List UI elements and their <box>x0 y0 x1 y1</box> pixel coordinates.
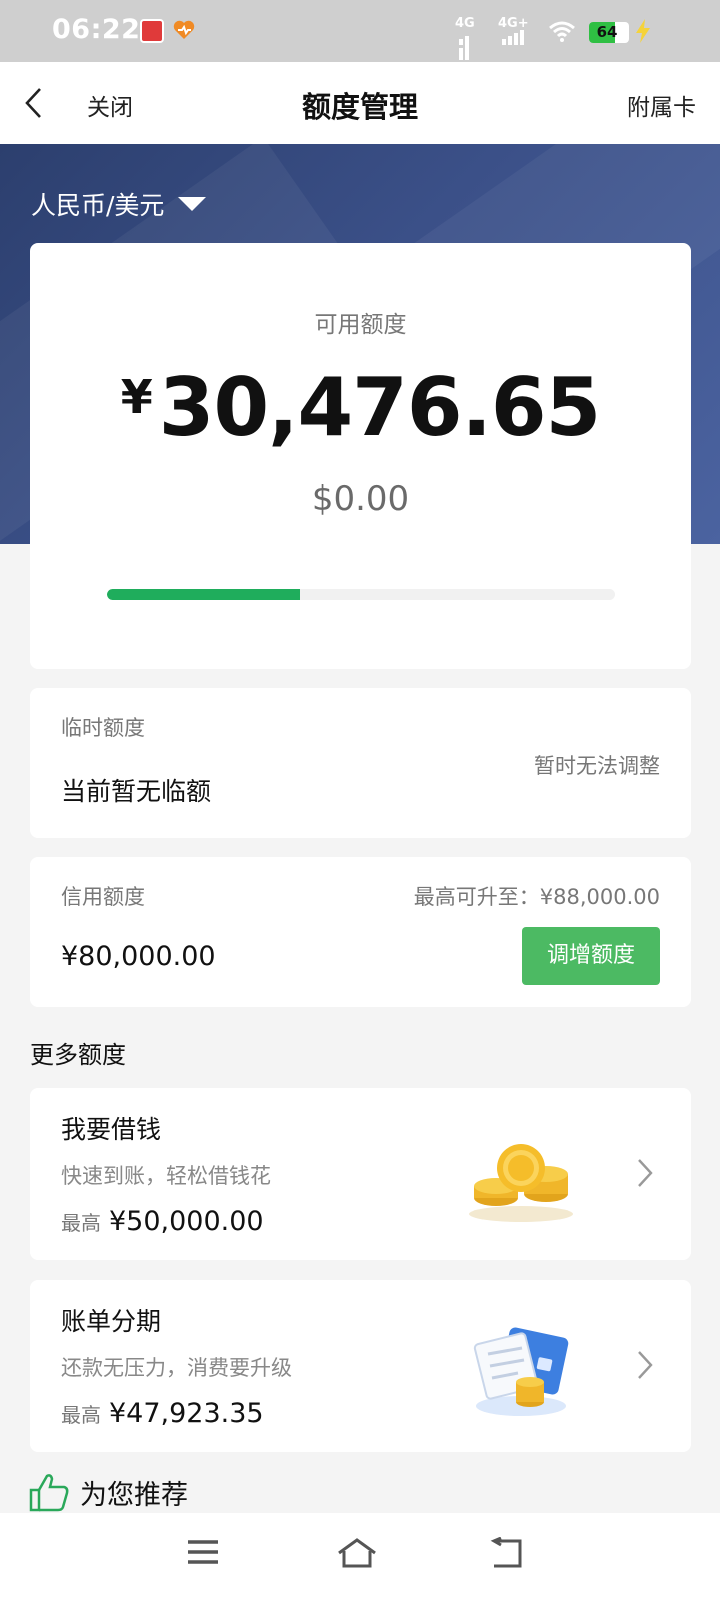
thumbs-up-icon <box>29 1474 69 1512</box>
credit-label: 信用额度 <box>61 885 145 909</box>
gold-coins-icon <box>469 1144 573 1222</box>
signal-label-2: 4G+ <box>498 16 529 31</box>
credit-max-text: 最高可升至：¥88,000.00 <box>413 885 660 909</box>
product-subtitle: 快速到账，轻松借钱花 <box>61 1164 271 1188</box>
signal-icon-1: 4G <box>455 16 475 60</box>
bill-installment-card[interactable]: 账单分期 还款无压力，消费要升级 最高 ¥47,923.35 <box>30 1280 691 1452</box>
back-nav-icon[interactable] <box>488 1537 524 1569</box>
system-nav-bar <box>0 1513 720 1600</box>
status-time: 06:22 <box>52 14 141 45</box>
heart-app-icon <box>173 20 195 39</box>
currency-label: 人民币/美元 <box>31 191 165 220</box>
product-max-value: ¥50,000.00 <box>109 1206 264 1237</box>
raise-limit-button[interactable]: 调增额度 <box>522 927 660 985</box>
supplementary-card-button[interactable]: 附属卡 <box>627 88 696 122</box>
temporary-status: 暂时无法调整 <box>534 754 660 778</box>
available-amount: ¥30,476.65 <box>30 361 691 454</box>
currency-selector[interactable]: 人民币/美元 <box>31 186 207 222</box>
currency-symbol: ¥ <box>120 370 153 424</box>
temporary-value: 当前暂无临额 <box>61 777 212 806</box>
home-icon[interactable] <box>336 1537 378 1569</box>
menu-icon[interactable] <box>186 1537 220 1567</box>
progress-fill <box>107 589 301 600</box>
bill-card-coins-icon <box>473 1327 569 1416</box>
recommend-title: 为您推荐 <box>80 1479 188 1511</box>
charging-bolt-icon <box>636 19 650 43</box>
chevron-right-icon <box>638 1159 653 1187</box>
dropdown-triangle-icon <box>178 197 207 211</box>
available-label: 可用额度 <box>314 312 407 338</box>
available-credit-card: 可用额度 ¥30,476.65 $0.00 <box>30 243 691 669</box>
temporary-label: 临时额度 <box>61 716 145 740</box>
battery-level: 64 <box>596 23 618 41</box>
status-bar: 06:22 4G 4G+ 64 <box>0 0 720 62</box>
news-app-icon <box>140 19 164 43</box>
recommend-header: 为您推荐 <box>28 1472 188 1512</box>
credit-limit-card: 信用额度 最高可升至：¥88,000.00 ¥80,000.00 调增额度 <box>30 857 691 1007</box>
borrow-money-card[interactable]: 我要借钱 快速到账，轻松借钱花 最高 ¥50,000.00 <box>30 1088 691 1260</box>
wifi-icon <box>549 21 575 42</box>
usd-amount: $0.00 <box>311 479 410 519</box>
page-title: 额度管理 <box>301 90 418 124</box>
nav-bar: 关闭 额度管理 附属卡 <box>0 62 720 144</box>
credit-usage-progress <box>107 589 615 600</box>
credit-value: ¥80,000.00 <box>61 941 216 972</box>
product-subtitle: 还款无压力，消费要升级 <box>61 1356 292 1380</box>
product-title: 我要借钱 <box>61 1115 162 1144</box>
product-max: 最高 ¥47,923.35 <box>61 1398 264 1429</box>
chevron-right-icon <box>638 1351 653 1379</box>
available-amount-value: 30,476.65 <box>158 361 601 454</box>
signal-icon-2: 4G+ <box>498 16 529 45</box>
product-max-label: 最高 <box>61 1211 101 1235</box>
signal-label-1: 4G <box>455 16 475 31</box>
product-max: 最高 ¥50,000.00 <box>61 1206 264 1237</box>
product-title: 账单分期 <box>61 1307 162 1336</box>
product-max-label: 最高 <box>61 1403 101 1427</box>
battery-icon: 64 <box>589 22 629 43</box>
more-credit-title: 更多额度 <box>30 1041 126 1069</box>
temporary-credit-card: 临时额度 暂时无法调整 当前暂无临额 <box>30 688 691 838</box>
product-max-value: ¥47,923.35 <box>109 1398 264 1429</box>
